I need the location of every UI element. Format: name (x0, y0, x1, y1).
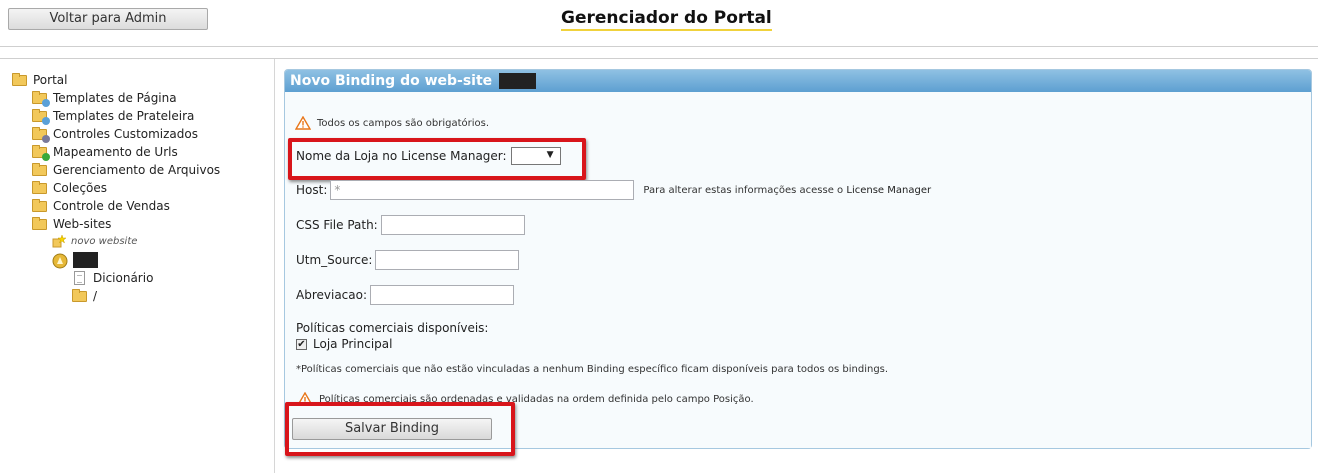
policies-title-text: Políticas comerciais disponíveis: (296, 321, 489, 335)
tree-item-new-website[interactable]: novo website (52, 234, 137, 250)
css-row: CSS File Path: (296, 215, 525, 235)
warning-icon (295, 116, 311, 130)
host-hint: Para alterar estas informações acesse o … (643, 185, 931, 196)
tree-label: Mapeamento de Urls (53, 145, 178, 159)
folder-icon (32, 181, 48, 195)
tree-label: Templates de Página (53, 91, 177, 105)
css-label: CSS File Path: (296, 218, 378, 232)
back-to-admin-button[interactable]: Voltar para Admin (8, 8, 208, 30)
tree-item-templates-pagina[interactable]: Templates de Página (32, 90, 177, 107)
tree-item-vendas[interactable]: Controle de Vendas (32, 198, 170, 214)
policy-row: ✔ Loja Principal (296, 337, 392, 351)
page-title: Gerenciador do Portal (561, 8, 772, 31)
tree-item-root-folder[interactable]: / (72, 288, 97, 304)
policy-label: Loja Principal (313, 337, 393, 351)
folder-wrench-icon (32, 127, 50, 143)
tree-label: loja (73, 252, 99, 268)
required-notice-text: Todos os campos são obrigatórios. (317, 117, 490, 129)
host-hint-text: Para alterar estas informações acesse o (643, 184, 844, 196)
tree-item-urls[interactable]: Mapeamento de Urls (32, 144, 178, 161)
tree-label: Portal (33, 73, 68, 87)
tree-item-templates-prateleira[interactable]: Templates de Prateleira (32, 108, 195, 125)
tree-item-arquivos[interactable]: Gerenciamento de Arquivos (32, 162, 220, 178)
utm-source-input[interactable] (375, 250, 520, 270)
abreviacao-input[interactable] (370, 285, 515, 305)
tree-item-site[interactable]: loja (52, 252, 99, 269)
folder-open-icon (32, 217, 48, 231)
tree-item-controles[interactable]: Controles Customizados (32, 126, 198, 143)
panel-header: Novo Binding do web-site loja (285, 70, 1311, 92)
document-icon (72, 271, 88, 285)
css-file-path-input[interactable] (380, 215, 525, 235)
license-manager-link[interactable]: License Manager (846, 185, 931, 196)
tree-label: Gerenciamento de Arquivos (53, 163, 221, 177)
tree-label: Templates de Prateleira (53, 109, 195, 123)
website-icon (52, 253, 68, 269)
tree-label: Controle de Vendas (53, 199, 170, 213)
tree-label: Web-sites (53, 217, 112, 231)
sidebar-separator (274, 59, 275, 473)
policy-checkbox[interactable]: ✔ (296, 338, 307, 350)
tree-label: / (93, 289, 98, 303)
divider (0, 46, 1318, 47)
policies-title: Políticas comerciais disponíveis: (296, 321, 488, 335)
tree-item-colecoes[interactable]: Coleções (32, 180, 107, 196)
policies-note-text: *Políticas comerciais que não estão vinc… (296, 364, 889, 375)
divider (0, 58, 1318, 59)
host-row: Host: Para alterar estas informações ace… (296, 180, 931, 200)
tree-label: Controles Customizados (53, 127, 198, 141)
tree-label: Coleções (53, 181, 108, 195)
folder-open-icon (12, 73, 28, 87)
folder-icon (32, 199, 48, 213)
highlight-box (288, 138, 586, 180)
policies-note: *Políticas comerciais que não estão vinc… (296, 364, 888, 375)
utm-label: Utm_Source: (296, 253, 373, 267)
required-notice: Todos os campos são obrigatórios. (295, 116, 489, 130)
tree-label: novo website (71, 236, 138, 247)
panel-title-site: loja (499, 73, 536, 89)
new-item-icon (52, 234, 67, 249)
folder-gear-icon (32, 109, 50, 125)
tree-item-portal[interactable]: Portal (12, 72, 67, 88)
abrev-label: Abreviacao: (296, 288, 368, 302)
folder-icon (72, 289, 88, 303)
host-input[interactable] (330, 180, 635, 200)
highlight-box (285, 402, 515, 456)
folder-icon (32, 163, 48, 177)
tree-item-websites[interactable]: Web-sites (32, 216, 111, 232)
host-label: Host: (296, 183, 328, 197)
panel-title: Novo Binding do web-site (290, 73, 493, 89)
folder-gear-icon (32, 91, 50, 107)
folder-arrow-icon (32, 145, 50, 161)
tree-label: Dicionário (93, 271, 154, 285)
abrev-row: Abreviacao: (296, 285, 515, 305)
tree-item-dicionario[interactable]: Dicionário (72, 270, 153, 286)
utm-row: Utm_Source: (296, 250, 520, 270)
